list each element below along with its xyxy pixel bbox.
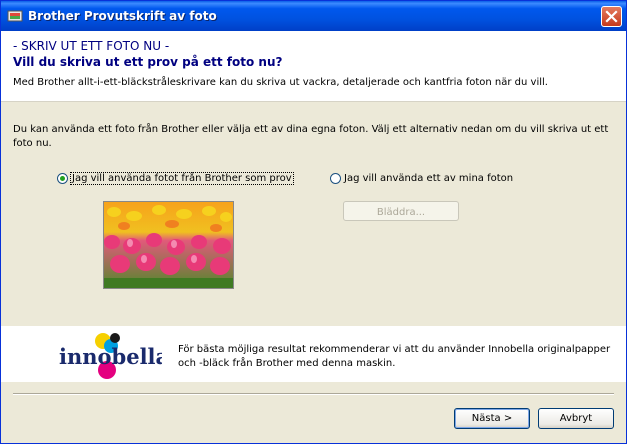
page-title: - SKRIV UT ETT FOTO NU -	[13, 39, 170, 53]
option-own-photo[interactable]: Jag vill använda ett av mina foton	[330, 173, 513, 184]
title-bar[interactable]: Brother Provutskrift av foto	[1, 1, 626, 31]
header-description: Med Brother allt-i-ett-bläckstråleskriva…	[13, 77, 548, 88]
app-icon	[7, 10, 23, 22]
svg-text:innobella: innobella	[59, 344, 162, 369]
sample-photo-tulips	[103, 201, 234, 289]
cancel-button[interactable]: Avbryt	[538, 408, 614, 429]
page-subtitle: Vill du skriva ut ett prov på ett foto n…	[13, 55, 283, 69]
radio-own-photo[interactable]	[330, 173, 341, 184]
innobella-logo: innobella	[59, 333, 162, 379]
header-panel: - SKRIV UT ETT FOTO NU - Vill du skriva …	[1, 31, 626, 102]
option-brother-photo[interactable]: Jag vill använda fotot från Brother som …	[57, 172, 294, 185]
close-icon	[605, 10, 618, 23]
browse-button[interactable]: Bläddra...	[343, 201, 459, 221]
button-divider	[13, 393, 614, 395]
window-title: Brother Provutskrift av foto	[28, 9, 217, 23]
next-button[interactable]: Nästa >	[454, 408, 530, 429]
footer-panel: innobella För bästa möjliga resultat rek…	[1, 326, 626, 382]
intro-text: Du kan använda ett foto från Brother ell…	[13, 124, 609, 149]
option-own-photo-label: Jag vill använda ett av mina foton	[344, 173, 514, 184]
radio-brother-photo[interactable]	[57, 173, 68, 184]
option-brother-photo-label: Jag vill använda fotot från Brother som …	[70, 172, 294, 185]
close-button[interactable]	[601, 6, 622, 27]
footer-recommendation-text: För bästa möjliga resultat rekommenderar…	[178, 344, 611, 369]
dialog-window: Brother Provutskrift av foto - SKRIV UT …	[0, 0, 627, 444]
